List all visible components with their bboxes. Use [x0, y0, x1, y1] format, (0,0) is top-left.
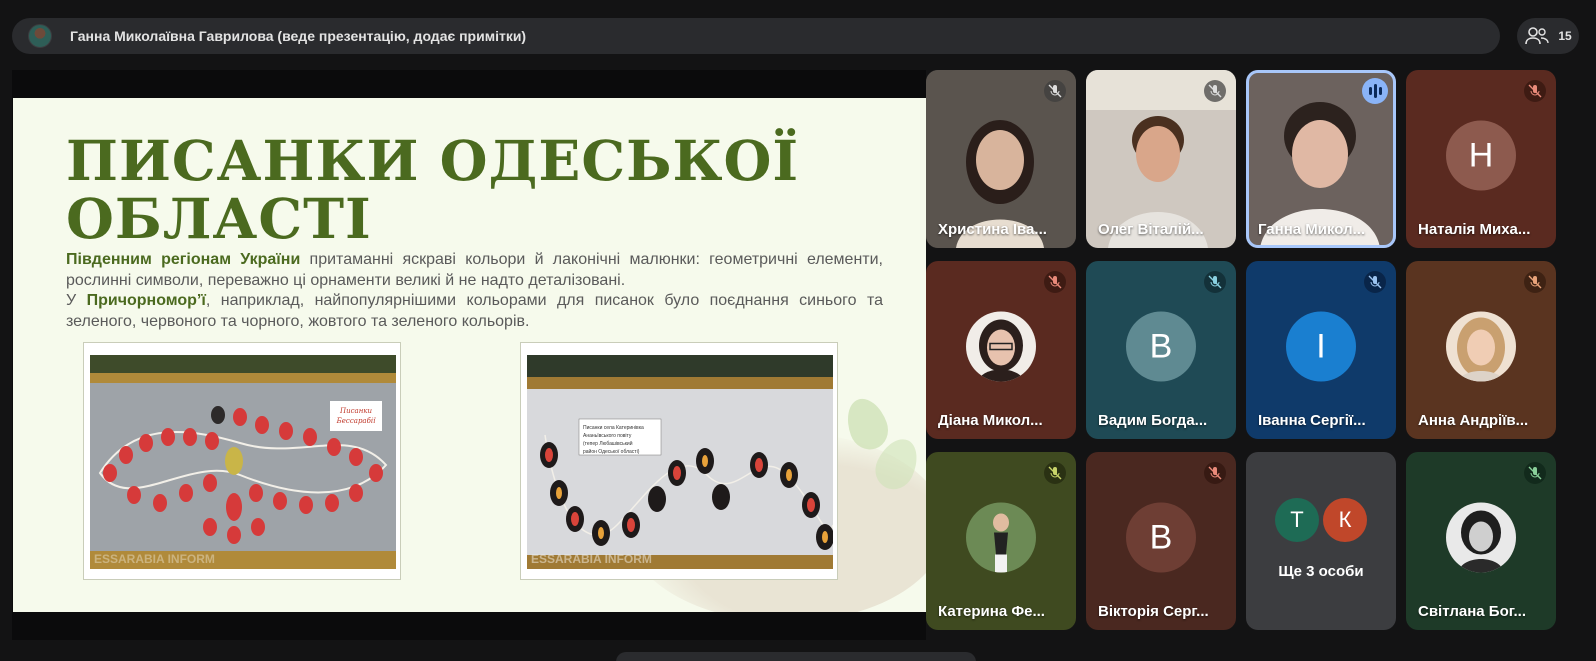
people-icon: [1525, 27, 1550, 45]
easter-eggs-photo-2: Писанки села Катеринівка Ананьївського п…: [527, 355, 833, 569]
mic-muted-icon: [1524, 462, 1546, 484]
photo2-watermark: ESSARABIA INFORM: [531, 552, 652, 566]
participants-count: 15: [1558, 29, 1572, 43]
participant-name: Анна Андріїв...: [1418, 412, 1529, 429]
participant-tile[interactable]: І Іванна Сергії...: [1246, 261, 1396, 439]
participant-avatar: [1446, 311, 1516, 382]
participant-avatar: [966, 311, 1036, 382]
slide-title: ПИСАНКИ ОДЕСЬКОЇ ОБЛАСТІ: [66, 132, 799, 248]
slide-text: Південним регіонам України притаманні яс…: [66, 250, 883, 332]
mic-muted-icon: [1364, 271, 1386, 293]
participant-tile[interactable]: Олег Віталій...: [1086, 70, 1236, 248]
more-participants-label: Ще 3 особи: [1278, 563, 1364, 580]
participant-tile[interactable]: Н Наталія Миха...: [1406, 70, 1556, 248]
participant-tile[interactable]: Світлана Бог...: [1406, 452, 1556, 630]
more-participants-avatars: Т К: [1275, 498, 1367, 542]
participant-name: Світлана Бог...: [1418, 603, 1527, 620]
slide-photo-2: Писанки села Катеринівка Ананьївського п…: [520, 342, 838, 580]
slide-title-line: ПИСАНКИ ОДЕСЬКОЇ: [66, 128, 800, 193]
photo1-watermark: ESSARABIA INFORM: [94, 552, 215, 566]
avatar-letter: В: [1149, 518, 1173, 556]
participant-avatar: [966, 502, 1036, 573]
slide-paragraph: Південним регіонам України притаманні яс…: [66, 250, 883, 291]
participant-avatar: Н: [1446, 120, 1516, 191]
presentation-slide: ПИСАНКИ ОДЕСЬКОЇ ОБЛАСТІ Південним регіо…: [13, 98, 926, 612]
avatar-letter: К: [1338, 507, 1352, 532]
participant-name: Катерина Фе...: [938, 603, 1045, 620]
participant-avatar: В: [1126, 311, 1196, 382]
participant-name: Наталія Миха...: [1418, 221, 1531, 238]
participant-name: Вікторія Серг...: [1098, 603, 1209, 620]
photo2-sign-text: Ананьївського повіту: [583, 433, 632, 439]
participant-tile[interactable]: В Вадим Богда...: [1086, 261, 1236, 439]
participant-avatar: І: [1286, 311, 1356, 382]
slide-title-line: ОБЛАСТІ: [66, 186, 372, 251]
participant-tile[interactable]: Катерина Фе...: [926, 452, 1076, 630]
mic-muted-icon: [1044, 80, 1066, 102]
participant-avatar: К: [1323, 498, 1367, 542]
more-participants-tile[interactable]: Т К Ще 3 особи: [1246, 452, 1396, 630]
paragraph-text: У: [66, 292, 87, 309]
participant-name: Ганна Микол...: [1258, 221, 1366, 238]
easter-eggs-photo-1: Писанки Бессарабії ESSARABIA INFORM: [90, 355, 396, 569]
speaking-indicator-icon: [1362, 78, 1388, 104]
participants-button[interactable]: 15: [1517, 18, 1579, 54]
mic-muted-icon: [1524, 80, 1546, 102]
participant-name: Олег Віталій...: [1098, 221, 1204, 238]
photo1-sign-text: Бессарабії: [336, 417, 376, 425]
avatar-letter: І: [1316, 327, 1326, 365]
mic-muted-icon: [1044, 271, 1066, 293]
participant-name: Діана Микол...: [938, 412, 1043, 429]
bottom-controls-peek[interactable]: [616, 652, 976, 661]
avatar-letter: В: [1149, 327, 1173, 365]
mic-muted-icon: [1204, 80, 1226, 102]
participant-avatar: В: [1126, 502, 1196, 573]
participant-tile[interactable]: Анна Андріїв...: [1406, 261, 1556, 439]
avatar-letter: Н: [1468, 136, 1494, 174]
mic-muted-icon: [1204, 271, 1226, 293]
presenter-bar-title: Ганна Миколаївна Гаврилова (веде презент…: [70, 28, 527, 44]
presenter-bar[interactable]: Ганна Миколаївна Гаврилова (веде презент…: [12, 18, 1500, 54]
mic-muted-icon: [1044, 462, 1066, 484]
mic-muted-icon: [1204, 462, 1226, 484]
participant-tile[interactable]: Христина Іва...: [926, 70, 1076, 248]
slide-paragraph: У Причорномор’ї, наприклад, найпопулярні…: [66, 291, 883, 332]
photo1-sign-text: Писанки: [339, 407, 372, 415]
photo2-sign-text: район Одеської області): [583, 448, 640, 455]
mic-muted-icon: [1524, 271, 1546, 293]
participant-tile-active-speaker[interactable]: Ганна Микол...: [1246, 70, 1396, 248]
photo2-sign-text: Писанки села Катеринівка: [583, 425, 644, 431]
participant-tile[interactable]: В Вікторія Серг...: [1086, 452, 1236, 630]
participant-name: Вадим Богда...: [1098, 412, 1208, 429]
participant-avatar: [1446, 502, 1516, 573]
slide-photo-1: Писанки Бессарабії ESSARABIA INFORM: [83, 342, 401, 580]
participant-name: Христина Іва...: [938, 221, 1047, 238]
presenter-avatar: [28, 24, 52, 48]
bold-text: Південним регіонам України: [66, 251, 301, 268]
bold-text: Причорномор’ї: [86, 292, 206, 309]
photo2-sign-text: (тепер Любашівський: [583, 440, 633, 447]
participant-avatar: Т: [1275, 498, 1319, 542]
avatar-letter: Т: [1290, 507, 1304, 532]
participant-tile[interactable]: Діана Микол...: [926, 261, 1076, 439]
participant-name: Іванна Сергії...: [1258, 412, 1366, 429]
